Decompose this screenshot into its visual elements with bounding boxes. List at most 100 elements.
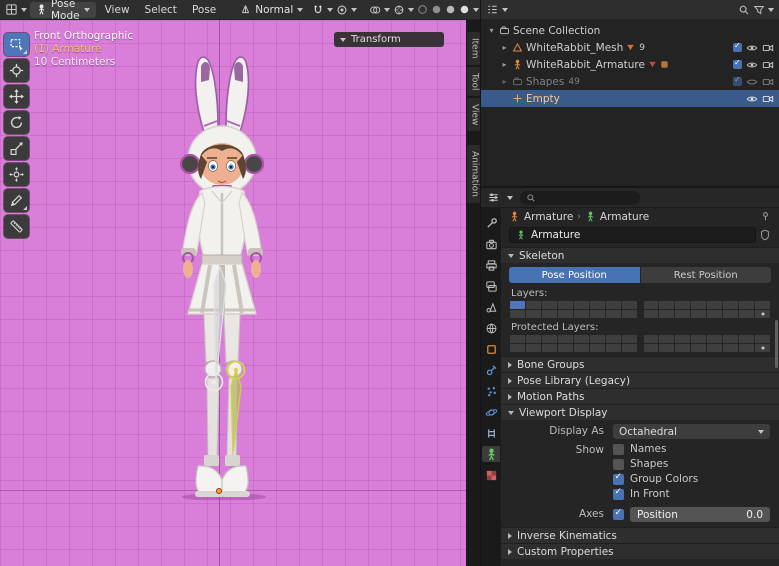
layer-cell[interactable] <box>606 344 621 352</box>
layer-cell[interactable] <box>510 344 525 352</box>
transform-panel-header[interactable]: Transform <box>334 32 444 47</box>
protected-grid-left[interactable] <box>510 335 637 352</box>
expand-caret-icon[interactable]: ▸ <box>500 77 509 86</box>
outliner-row-scene-collection[interactable]: ▾ Scene Collection <box>481 22 779 39</box>
outliner-filter-caret-icon[interactable] <box>768 8 774 12</box>
properties-editor-caret-icon[interactable] <box>507 196 513 200</box>
tab-object-data[interactable] <box>482 446 500 462</box>
breadcrumb-object-label[interactable]: Armature <box>524 211 573 223</box>
tab-particles[interactable] <box>482 383 500 399</box>
tab-physics[interactable] <box>482 404 500 420</box>
layer-cell[interactable] <box>755 301 770 309</box>
layer-cell[interactable] <box>723 310 738 318</box>
layer-cell[interactable] <box>622 310 637 318</box>
shading-solid-icon[interactable] <box>431 4 442 15</box>
layer-cell[interactable] <box>659 301 674 309</box>
render-camera-icon[interactable] <box>762 60 774 70</box>
layer-cell[interactable] <box>755 335 770 343</box>
layer-cell[interactable] <box>558 301 573 309</box>
editor-type-caret-icon[interactable] <box>21 8 27 12</box>
layer-cell[interactable] <box>606 301 621 309</box>
layer-cell[interactable] <box>590 310 605 318</box>
selectable-checkbox-icon[interactable] <box>733 60 742 69</box>
rest-position-button[interactable]: Rest Position <box>641 267 772 283</box>
layer-cell[interactable] <box>723 335 738 343</box>
outliner-editor-icon[interactable] <box>486 3 499 16</box>
select-box-tool[interactable] <box>4 33 29 56</box>
tab-tool-settings[interactable] <box>482 215 500 231</box>
outliner-row-mesh[interactable]: ▸ WhiteRabbit_Mesh 9 <box>481 39 779 56</box>
render-camera-icon[interactable] <box>762 43 774 53</box>
outliner-row-shapes[interactable]: ▸ Shapes 49 <box>481 73 779 90</box>
layer-cell[interactable] <box>691 335 706 343</box>
layer-cell[interactable] <box>644 310 659 318</box>
menu-view[interactable]: View <box>99 3 136 17</box>
layer-cell[interactable] <box>558 335 573 343</box>
properties-editor-icon[interactable] <box>487 191 500 204</box>
tab-texture[interactable] <box>482 467 500 483</box>
layer-cell[interactable] <box>510 335 525 343</box>
layer-cell[interactable] <box>606 310 621 318</box>
snap-magnet-icon[interactable] <box>312 4 324 16</box>
shading-caret-icon[interactable] <box>473 8 479 12</box>
pin-icon[interactable] <box>760 211 771 222</box>
measure-tool[interactable] <box>4 215 29 238</box>
editor-type-icon[interactable] <box>5 3 18 16</box>
layer-cell[interactable] <box>606 335 621 343</box>
layer-cell[interactable] <box>574 335 589 343</box>
panel-viewport-display[interactable]: Viewport Display <box>501 404 779 420</box>
gizmos-caret-icon[interactable] <box>408 8 414 12</box>
panel-skeleton[interactable]: Skeleton <box>501 247 779 263</box>
tab-view-layer[interactable] <box>482 278 500 294</box>
show-shapes-option[interactable]: Shapes <box>613 458 770 470</box>
layer-cell[interactable] <box>526 344 541 352</box>
layer-cell[interactable] <box>574 344 589 352</box>
character-figure[interactable] <box>138 52 306 500</box>
checkbox-icon[interactable] <box>613 444 624 455</box>
layer-cell[interactable] <box>622 335 637 343</box>
layer-cell[interactable] <box>739 335 754 343</box>
hide-eye-icon[interactable] <box>746 60 758 70</box>
layer-cell[interactable] <box>542 344 557 352</box>
orientation-dropdown[interactable]: Normal <box>234 2 309 18</box>
layer-cell[interactable] <box>558 310 573 318</box>
rotate-tool[interactable] <box>4 111 29 134</box>
checkbox-icon[interactable] <box>613 489 624 500</box>
layer-cell[interactable] <box>526 335 541 343</box>
overlays-caret-icon[interactable] <box>384 8 390 12</box>
show-group-colors-option[interactable]: Group Colors <box>613 473 770 485</box>
proportional-editing-icon[interactable] <box>336 4 348 16</box>
outliner-row-empty[interactable]: Empty <box>481 90 779 107</box>
layer-cell[interactable] <box>644 301 659 309</box>
shading-rendered-icon[interactable] <box>459 4 470 15</box>
tab-view[interactable]: View <box>467 98 480 131</box>
scale-tool[interactable] <box>4 137 29 160</box>
layer-cell[interactable] <box>622 344 637 352</box>
armature-data-icon[interactable] <box>585 211 596 222</box>
layer-cell[interactable] <box>707 301 722 309</box>
fake-user-shield-icon[interactable] <box>759 229 771 241</box>
protected-grid-right[interactable] <box>644 335 771 352</box>
tab-item[interactable]: Item <box>467 32 480 65</box>
proportional-caret-icon[interactable] <box>351 8 357 12</box>
hide-eye-icon[interactable] <box>746 94 758 104</box>
layer-cell[interactable] <box>622 301 637 309</box>
show-names-option[interactable]: Names <box>613 443 770 455</box>
tab-constraints[interactable] <box>482 425 500 441</box>
annotate-tool[interactable] <box>4 189 29 212</box>
layer-cell[interactable] <box>590 335 605 343</box>
move-tool[interactable] <box>4 85 29 108</box>
tab-tool[interactable]: Tool <box>467 67 480 96</box>
layer-cell[interactable] <box>590 301 605 309</box>
layer-cell[interactable] <box>574 310 589 318</box>
hide-eye-icon[interactable] <box>746 77 758 87</box>
layer-cell[interactable] <box>644 335 659 343</box>
layer-cell[interactable] <box>526 310 541 318</box>
tab-render[interactable] <box>482 236 500 252</box>
layer-cell[interactable] <box>574 301 589 309</box>
layer-cell[interactable] <box>739 310 754 318</box>
layer-cell[interactable] <box>659 335 674 343</box>
shading-wireframe-icon[interactable] <box>417 4 428 15</box>
render-camera-icon[interactable] <box>762 77 774 87</box>
layer-cell[interactable] <box>675 344 690 352</box>
